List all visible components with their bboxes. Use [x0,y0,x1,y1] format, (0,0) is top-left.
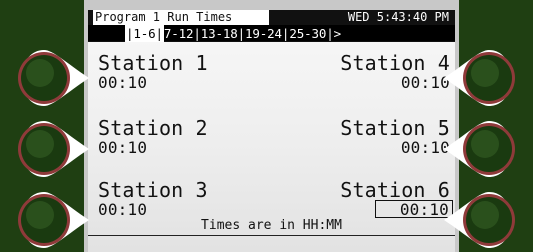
tab-13-18[interactable]: 13-18| [201,25,245,42]
footer-divider [88,235,455,236]
station-2: Station 2 00:10 [98,118,208,158]
tab-25-30[interactable]: 25-30| [289,25,333,42]
controller-ui: { "status_bar": { "program_title": "Prog… [0,0,533,252]
station-1-name: Station 1 [98,51,208,75]
station-range-tabs: |1-6|7-12|13-18|19-24|25-30|> [88,25,455,42]
program-title: Program 1 Run Times [93,10,269,25]
station-4-name: Station 4 [340,51,450,75]
status-bar: Program 1 Run Times WED 5:43:40 PM [88,10,455,25]
station-2-name: Station 2 [98,116,208,140]
time-format-note: Times are in HH:MM [201,218,342,233]
station-4: Station 4 00:10 [340,53,450,93]
tab-1-6[interactable]: |1-6| [125,25,164,42]
pointer-button-icon [18,50,89,106]
station-5: Station 5 00:10 [340,118,450,158]
right-button-2[interactable] [439,117,533,181]
right-button-1[interactable] [439,46,533,110]
right-button-3[interactable] [439,188,533,252]
pointer-button-icon [444,50,515,106]
date-time: WED 5:43:40 PM [347,10,449,24]
pointer-button-icon [444,192,515,248]
station-2-time[interactable]: 00:10 [98,140,147,156]
station-6-name: Station 6 [340,178,450,202]
lcd-screen: Program 1 Run Times WED 5:43:40 PM |1-6|… [88,10,455,252]
station-6: Station 6 00:10 [340,178,453,220]
station-3-name: Station 3 [98,178,208,202]
station-3: Station 3 00:10 [98,180,208,220]
pointer-button-icon [444,121,515,177]
left-button-1[interactable] [0,46,94,110]
tab-19-24[interactable]: 19-24| [245,25,289,42]
left-button-2[interactable] [0,117,94,181]
tab-7-12[interactable]: 7-12| [164,25,201,42]
pointer-button-icon [18,192,89,248]
station-5-name: Station 5 [340,116,450,140]
tab-next[interactable]: > [334,25,342,42]
pointer-button-icon [18,121,89,177]
station-1-time[interactable]: 00:10 [98,75,147,91]
station-1: Station 1 00:10 [98,53,208,93]
tab-track: |1-6|7-12|13-18|19-24|25-30|> [125,25,447,42]
station-3-time[interactable]: 00:10 [98,202,147,218]
left-button-3[interactable] [0,188,94,252]
